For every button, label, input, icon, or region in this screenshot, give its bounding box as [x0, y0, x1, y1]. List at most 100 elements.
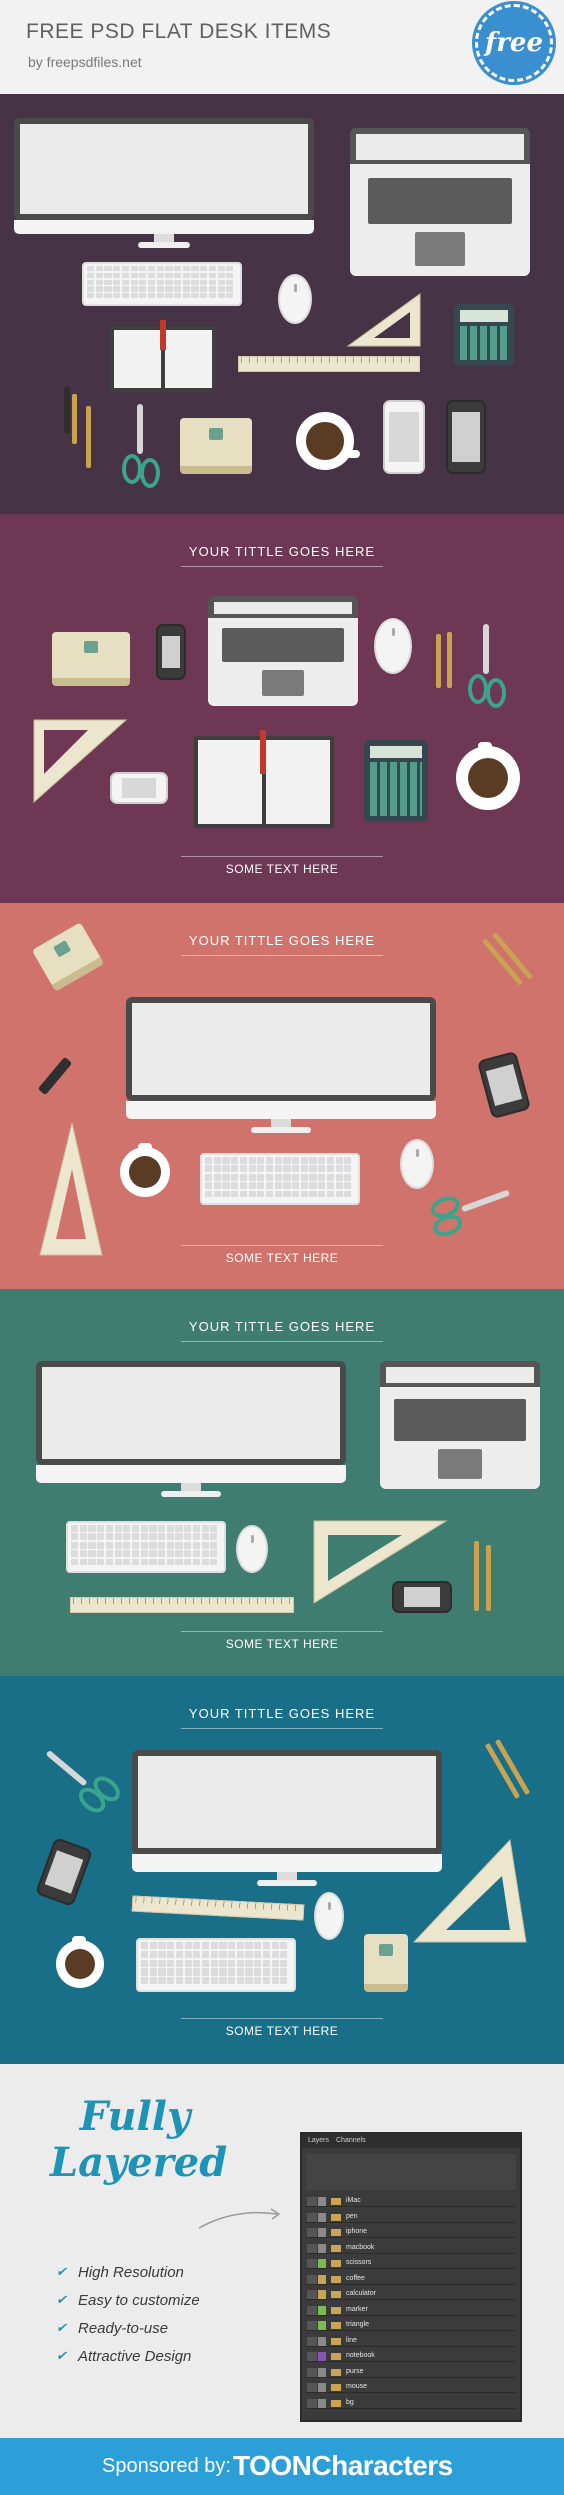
layer-name: macbook: [346, 2243, 375, 2251]
folder-icon: [331, 2198, 341, 2205]
calculator-illustration: [454, 304, 514, 366]
mouse-illustration: [374, 618, 412, 674]
folder-icon: [331, 2384, 341, 2391]
layer-color-swatch: [318, 2321, 326, 2330]
purse-illustration: [52, 632, 130, 686]
folder-icon: [331, 2322, 341, 2329]
layer-color-swatch: [318, 2367, 326, 2377]
layer-row[interactable]: iMac: [306, 2196, 516, 2207]
calculator-illustration: [364, 740, 428, 822]
eye-icon[interactable]: [307, 2228, 317, 2237]
pencil-illustration: [447, 632, 452, 688]
imac-illustration: [14, 118, 314, 253]
purse-illustration: [180, 418, 252, 474]
panel-footer: SOME TEXT HERE: [225, 1637, 339, 1651]
mouse-illustration: [400, 1139, 434, 1189]
layer-row[interactable]: marker: [306, 2305, 516, 2316]
pencil-illustration: [486, 1545, 491, 1611]
layer-color-swatch: [318, 2243, 326, 2253]
pencil-illustration: [436, 634, 441, 688]
triangle-ruler-illustration: [410, 1836, 530, 1946]
iphone-dark-illustration: [446, 400, 486, 474]
feature-item: Attractive Design: [56, 2348, 200, 2376]
eye-icon[interactable]: [307, 2259, 317, 2268]
layer-name: triangle: [346, 2321, 369, 2328]
folder-icon: [331, 2244, 341, 2252]
layer-color-swatch: [318, 2259, 326, 2268]
eye-icon[interactable]: [307, 2321, 317, 2330]
tab-layers[interactable]: Layers: [308, 2137, 329, 2144]
layer-color-swatch: [318, 2383, 326, 2392]
layer-color-swatch: [318, 2305, 326, 2315]
layer-row[interactable]: line: [306, 2336, 516, 2347]
layer-row[interactable]: scissors: [306, 2258, 516, 2269]
layer-row[interactable]: mouse: [306, 2382, 516, 2393]
page-subtitle: by freepsdfiles.net: [28, 54, 142, 70]
layer-row[interactable]: purse: [306, 2367, 516, 2378]
feature-item: Easy to customize: [56, 2292, 200, 2320]
eye-icon[interactable]: [307, 2197, 317, 2206]
iphone-landscape-illustration: [110, 772, 168, 804]
layer-row[interactable]: notebook: [306, 2351, 516, 2362]
folder-icon: [331, 2337, 341, 2345]
iphone-illustration: [383, 400, 425, 474]
layer-color-swatch: [318, 2212, 326, 2222]
eye-icon[interactable]: [307, 2383, 317, 2392]
eye-icon[interactable]: [307, 2274, 317, 2284]
scissors-illustration: [120, 404, 162, 490]
layer-name: scissors: [346, 2259, 372, 2266]
iphone-dark-illustration: [34, 1836, 94, 1908]
layer-row[interactable]: calculator: [306, 2289, 516, 2300]
eye-icon[interactable]: [307, 2336, 317, 2346]
ruler-illustration: [131, 1895, 305, 1921]
keyboard-illustration: [66, 1521, 226, 1573]
eye-icon[interactable]: [307, 2367, 317, 2377]
imac-illustration: [126, 997, 436, 1137]
triangle-ruler-illustration: [36, 1119, 106, 1259]
layers-toolbar: [306, 2154, 516, 2190]
sponsor-brand[interactable]: TOONCharacters: [233, 2450, 453, 2482]
footer-divider: [181, 856, 383, 857]
desk-panel-3: YOUR TITTLE GOES HERE SOME TEXT HERE: [0, 903, 564, 1289]
folder-icon: [331, 2291, 341, 2298]
eye-icon[interactable]: [307, 2243, 317, 2253]
fully-layered-heading: Fully Layered: [50, 2094, 227, 2186]
eye-icon[interactable]: [307, 2352, 317, 2361]
layer-row[interactable]: macbook: [306, 2243, 516, 2254]
layer-name: coffee: [346, 2274, 365, 2282]
feature-item: High Resolution: [56, 2264, 200, 2292]
panel-footer: SOME TEXT HERE: [225, 2024, 339, 2038]
layer-color-swatch: [318, 2228, 326, 2237]
eye-icon[interactable]: [307, 2398, 317, 2408]
feature-list: High Resolution Easy to customize Ready-…: [56, 2264, 200, 2376]
layer-name: line: [346, 2336, 357, 2344]
sponsor-bar: Sponsored by: TOONCharacters: [0, 2438, 564, 2495]
coffee-mug-illustration: [56, 1936, 104, 1988]
layer-row[interactable]: pen: [306, 2212, 516, 2223]
pencil-illustration: [72, 394, 77, 444]
tab-channels[interactable]: Channels: [336, 2137, 366, 2144]
eye-icon[interactable]: [307, 2305, 317, 2315]
desk-panel-1: [0, 94, 564, 514]
coffee-mug-illustration: [296, 412, 360, 470]
layer-name: bg: [346, 2398, 354, 2406]
layer-row[interactable]: coffee: [306, 2274, 516, 2285]
coffee-mug-illustration: [456, 742, 520, 810]
layer-row[interactable]: bg: [306, 2398, 516, 2409]
keyboard-illustration: [82, 262, 242, 306]
purse-illustration: [364, 1934, 408, 1992]
layer-name: iMac: [346, 2197, 361, 2204]
panel-title: YOUR TITTLE GOES HERE: [188, 544, 376, 559]
pen-illustration: [37, 1056, 73, 1096]
layer-row[interactable]: triangle: [306, 2320, 516, 2331]
ruler-illustration: [70, 1597, 294, 1613]
scissors-illustration: [35, 1735, 128, 1822]
layer-row[interactable]: iphone: [306, 2227, 516, 2238]
layer-color-swatch: [318, 2274, 326, 2284]
eye-icon[interactable]: [307, 2290, 317, 2299]
layer-color-swatch: [318, 2197, 326, 2206]
layer-color-swatch: [318, 2336, 326, 2346]
eye-icon[interactable]: [307, 2212, 317, 2222]
triangle-ruler-illustration: [344, 290, 424, 350]
layers-panel: Layers Channels iMac pen iphone macbook scis…: [300, 2132, 522, 2422]
